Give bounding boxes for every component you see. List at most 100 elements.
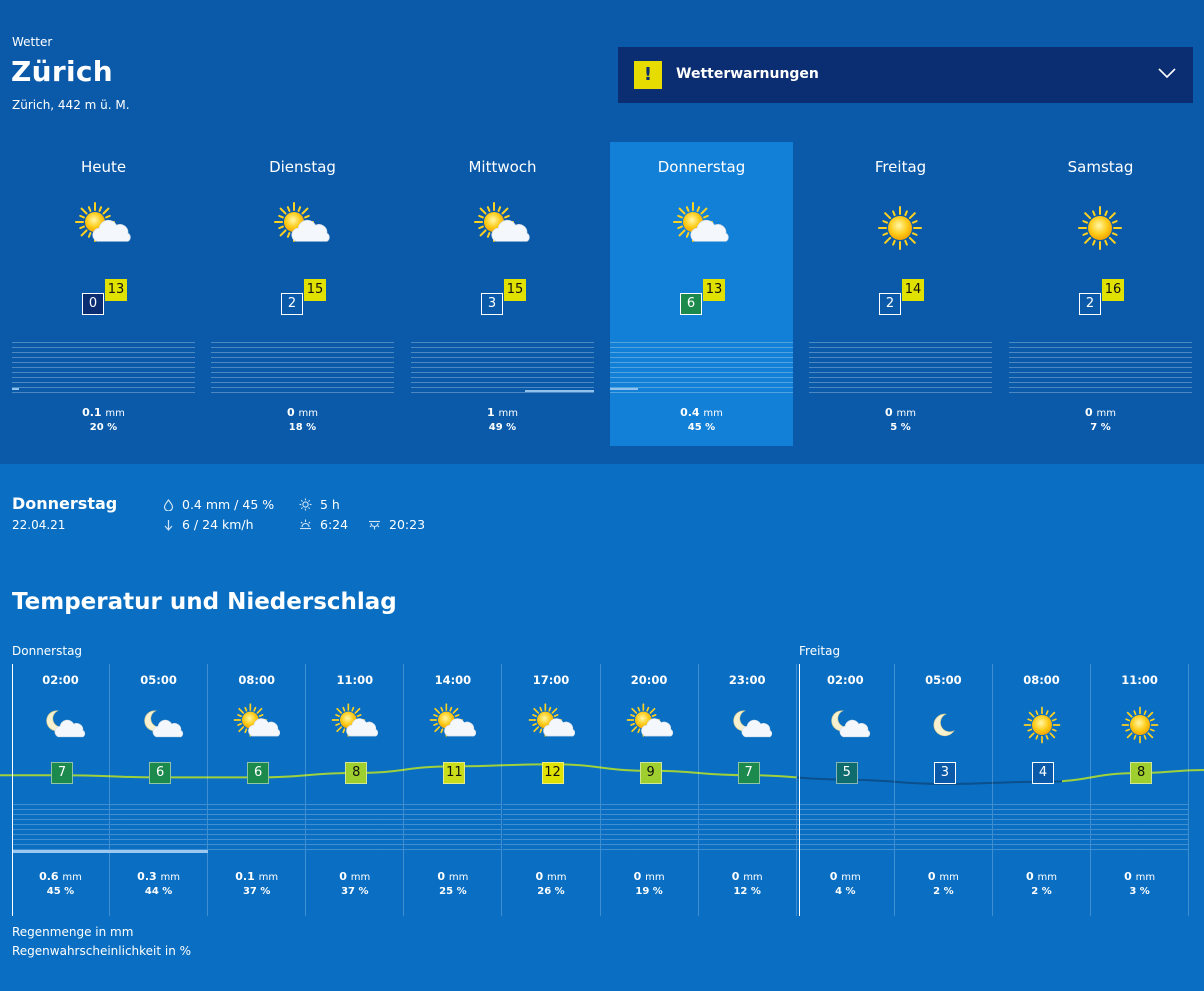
rain-amount: 0 mm	[1124, 870, 1156, 883]
moon-cloud-icon	[36, 700, 86, 750]
page-title: Zürich	[11, 55, 113, 88]
rain-amount: 1 mm	[487, 406, 518, 419]
temp-max: 16	[1102, 279, 1124, 301]
temp-min: 2	[281, 293, 303, 315]
rain-probability: 18 %	[288, 422, 317, 433]
hour-temp: 8	[345, 762, 368, 784]
detail-wind-value: 6 / 24 km/h	[182, 517, 254, 532]
weather-warnings-toggle[interactable]: ! Wetterwarnungen	[618, 47, 1193, 103]
hour-column: 17:00 12 0 mm 26 %	[502, 664, 601, 916]
legend-rain-probability: Regenwahrscheinlichkeit in %	[12, 944, 192, 958]
temp-min: 3	[481, 293, 503, 315]
hourly-left-border	[12, 664, 13, 916]
day-name: Heute	[80, 158, 127, 176]
day-column-samstag[interactable]: Samstag 16 2 0 mm 7 %	[1009, 142, 1192, 446]
rain-chart-area	[12, 342, 195, 394]
temp-max: 13	[105, 279, 127, 301]
sun-icon	[1017, 700, 1067, 750]
hour-column: 20:00 9 0 mm 19 %	[600, 664, 699, 916]
rain-probability: 5 %	[890, 422, 911, 433]
rain-chart-area	[12, 804, 109, 854]
rain-chart-area	[894, 804, 992, 854]
sun-cloud-icon	[625, 700, 675, 750]
detail-sunrise: 6:24	[299, 517, 348, 532]
day-column-heute[interactable]: Heute 13 0 0.1 mm 20 %	[12, 142, 195, 446]
rain-probability: 7 %	[1090, 422, 1111, 433]
rain-chart-area	[1091, 804, 1189, 854]
detail-date: 22.04.21	[12, 518, 66, 532]
hour-time: 11:00	[1121, 673, 1158, 687]
rain-amount-bar	[525, 390, 594, 392]
hour-temp: 4	[1032, 762, 1054, 784]
hour-time: 05:00	[140, 673, 177, 687]
hour-column: 08:00 4 0 mm 2 %	[993, 664, 1091, 916]
day-name: Dienstag	[269, 158, 336, 176]
rain-amount: 0 mm	[633, 870, 665, 883]
hour-temp: 5	[835, 762, 858, 784]
day-name: Samstag	[1067, 158, 1134, 176]
hour-column: 08:00 6 0.1 mm 37 %	[208, 664, 307, 916]
moon-cloud-icon	[723, 700, 773, 750]
rain-chart-area	[1009, 342, 1192, 394]
chevron-down-icon	[1158, 68, 1176, 79]
day-column-mittwoch[interactable]: Mittwoch 15 3 1 mm 49 %	[411, 142, 594, 446]
rain-probability: 45 %	[687, 422, 716, 433]
rain-amount-bar	[12, 388, 19, 390]
detail-sunshine: 5 h	[299, 497, 340, 512]
sun-cloud-icon	[527, 700, 577, 750]
section-title: Temperatur und Niederschlag	[12, 589, 397, 615]
detail-rain-value: 0.4 mm / 45 %	[182, 497, 275, 512]
sun-icon	[1070, 198, 1130, 258]
raindrop-icon	[163, 498, 174, 511]
moon-cloud-icon	[134, 700, 184, 750]
rain-chart-area	[796, 804, 894, 854]
rain-amount: 0.3 mm	[137, 870, 180, 883]
hour-time: 02:00	[42, 673, 79, 687]
day-column-donnerstag[interactable]: Donnerstag 13 6 0.4 mm 45 %	[610, 142, 793, 446]
rain-chart-area	[993, 804, 1090, 854]
rain-probability: 20 %	[89, 422, 118, 433]
day-column-freitag[interactable]: Freitag 14 2 0 mm 5 %	[809, 142, 992, 446]
sun-cloud-icon	[232, 700, 282, 750]
rain-chart-area	[110, 804, 208, 854]
hour-time: 14:00	[434, 673, 472, 687]
hour-temp: 3	[933, 762, 956, 784]
hour-temp: 9	[639, 762, 662, 784]
rain-probability: 4 %	[835, 886, 856, 897]
rain-probability: 49 %	[488, 422, 517, 433]
detail-sunset: 20:23	[368, 517, 425, 532]
temp-max: 13	[703, 279, 725, 301]
day-column-dienstag[interactable]: Dienstag 15 2 0 mm 18 %	[211, 142, 394, 446]
hour-column: 02:00 5 0 mm 4 %	[796, 664, 895, 916]
rain-chart-area	[600, 804, 698, 854]
rain-amount: 0 mm	[927, 870, 959, 883]
sun-cloud-icon	[671, 198, 731, 258]
rain-probability: 44 %	[144, 886, 173, 897]
hour-temp: 7	[51, 762, 73, 784]
rain-amount: 0 mm	[829, 870, 861, 883]
hour-time: 02:00	[826, 673, 864, 687]
rain-amount: 0 mm	[1026, 870, 1057, 883]
day-label-friday: Freitag	[799, 644, 841, 658]
day-name: Mittwoch	[468, 158, 537, 176]
rain-probability: 25 %	[439, 886, 467, 897]
hour-temp: 7	[737, 762, 760, 784]
rain-amount: 0 mm	[1085, 406, 1116, 419]
rain-amount: 0 mm	[339, 870, 371, 883]
rain-amount: 0 mm	[287, 406, 318, 419]
weather-warnings-label: Wetterwarnungen	[676, 66, 819, 82]
temp-min: 0	[82, 293, 104, 315]
rain-probability: 37 %	[242, 886, 271, 897]
hour-temp: 6	[149, 762, 172, 784]
sun-cloud-icon	[428, 700, 478, 750]
rain-chart-area	[698, 804, 796, 854]
hour-temp: 8	[1130, 762, 1153, 784]
rain-amount: 0 mm	[731, 870, 763, 883]
temp-max: 15	[304, 279, 326, 301]
hour-time: 08:00	[1023, 673, 1060, 687]
sunshine-icon	[299, 498, 312, 511]
rain-amount-bar	[610, 388, 638, 390]
sunset-icon	[369, 520, 380, 530]
sun-icon	[1115, 700, 1165, 750]
hour-time: 05:00	[925, 673, 962, 687]
